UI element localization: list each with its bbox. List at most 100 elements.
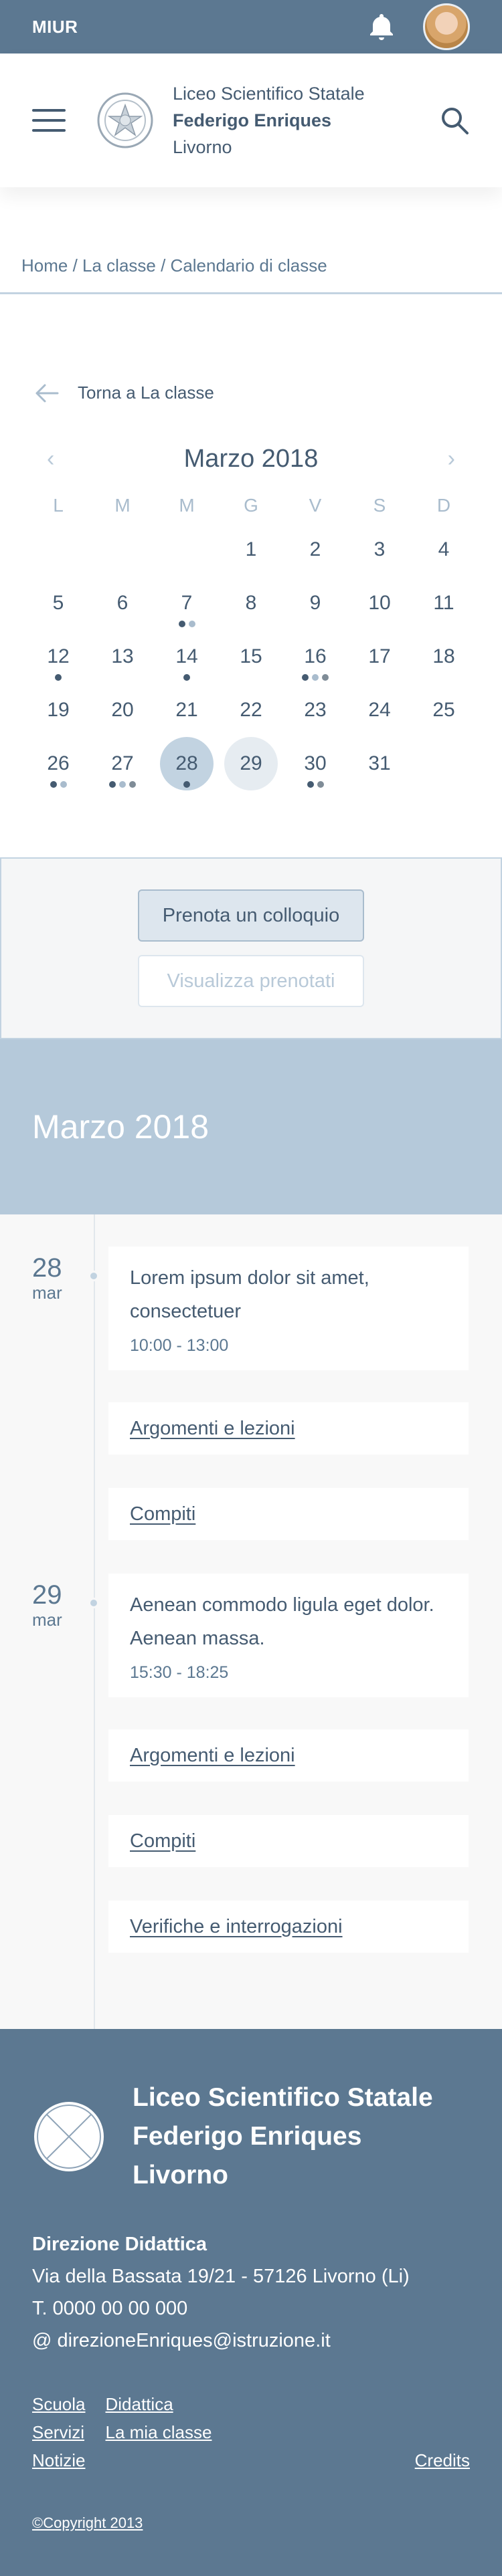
calendar-day[interactable]: 13 <box>90 630 155 683</box>
footer-link-notizie[interactable]: Notizie <box>32 2446 86 2474</box>
calendar-day-number: 12 <box>47 645 70 667</box>
calendar-day-number: 28 <box>175 752 198 774</box>
back-link-label: Torna a La classe <box>78 383 214 403</box>
calendar-day-number: 8 <box>245 592 257 614</box>
calendar-empty-cell <box>412 737 476 790</box>
calendar-day-number: 17 <box>368 645 391 667</box>
event-dot <box>322 674 329 681</box>
back-link[interactable]: Torna a La classe <box>0 383 502 403</box>
avatar[interactable] <box>423 3 470 50</box>
book-meeting-button[interactable]: Prenota un colloquio <box>138 889 364 942</box>
calendar-day[interactable]: 21 <box>155 683 219 737</box>
timeline-day-number: 28 <box>32 1253 62 1283</box>
calendar-day[interactable]: 24 <box>347 683 412 737</box>
calendar-day[interactable]: 31 <box>347 737 412 790</box>
event-dots <box>26 674 90 681</box>
calendar-day[interactable]: 5 <box>26 576 90 630</box>
calendar-day[interactable]: 7 <box>155 576 219 630</box>
emblem-icon <box>97 92 153 148</box>
event-time: 15:30 - 18:25 <box>130 1663 229 1682</box>
footer-link-la-mia-classe[interactable]: La mia classe <box>106 2418 212 2446</box>
calendar-day[interactable]: 25 <box>412 683 476 737</box>
footer-link-didattica[interactable]: Didattica <box>106 2390 212 2418</box>
calendar-day[interactable]: 29 <box>219 737 283 790</box>
calendar-day-number: 26 <box>47 752 70 774</box>
calendar-day-number: 15 <box>240 645 262 667</box>
event-dot <box>119 781 126 788</box>
contacts-address: Via della Bassata 19/21 - 57126 Livorno … <box>32 2266 410 2287</box>
calendar-day[interactable]: 26 <box>26 737 90 790</box>
calendar-day-number: 13 <box>111 645 134 667</box>
bell-icon[interactable] <box>367 12 396 41</box>
calendar-day[interactable]: 16 <box>283 630 347 683</box>
event-dot <box>50 781 57 788</box>
footer-school-name: Liceo Scientifico Statale Federigo Enriq… <box>133 2078 433 2195</box>
contacts-email[interactable]: @ direzioneEnriques@istruzione.it <box>32 2325 470 2357</box>
calendar-month-title: Marzo 2018 <box>183 445 319 473</box>
calendar-day[interactable]: 22 <box>219 683 283 737</box>
calendar-day[interactable]: 28 <box>155 737 219 790</box>
calendar-day[interactable]: 8 <box>219 576 283 630</box>
footer-link-credits[interactable]: Credits <box>415 2446 470 2474</box>
calendar-day[interactable]: 15 <box>219 630 283 683</box>
breadcrumb[interactable]: Home / La classe / Calendario di classe <box>0 239 502 294</box>
footer-name-line3: Livorno <box>133 2161 228 2189</box>
timeline-date: 29 mar <box>0 1574 94 1986</box>
school-name-line2: Federigo Enriques <box>173 110 332 130</box>
event-dot <box>55 674 62 681</box>
chevron-left-icon[interactable]: ‹ <box>47 446 54 472</box>
calendar-day[interactable]: 6 <box>90 576 155 630</box>
calendar-day-number: 18 <box>432 645 455 667</box>
calendar-day[interactable]: 2 <box>283 523 347 576</box>
event-card[interactable]: Aenean commodo ligula eget dolor. Aenean… <box>108 1574 469 1697</box>
copyright[interactable]: ©Copyright 2013 <box>32 2514 470 2532</box>
calendar-day-number: 24 <box>368 699 391 721</box>
calendar-header: ‹ Marzo 2018 › <box>0 445 502 473</box>
calendar-day[interactable]: 18 <box>412 630 476 683</box>
footer-name-line2: Federigo Enriques <box>133 2122 362 2151</box>
footer-links: Scuola Servizi Notizie Didattica La mia … <box>32 2390 470 2474</box>
calendar-day[interactable]: 14 <box>155 630 219 683</box>
timeline-link[interactable]: Compiti <box>108 1815 469 1867</box>
calendar-day[interactable]: 3 <box>347 523 412 576</box>
footer-link-scuola[interactable]: Scuola <box>32 2390 86 2418</box>
event-title: Aenean commodo ligula eget dolor. Aenean… <box>130 1594 434 1649</box>
event-dot <box>312 674 319 681</box>
hamburger-icon[interactable] <box>32 109 66 132</box>
event-time: 10:00 - 13:00 <box>130 1336 229 1355</box>
school-name[interactable]: Liceo Scientifico Statale Federigo Enriq… <box>173 80 439 160</box>
calendar-day-number: 11 <box>433 592 454 614</box>
event-card[interactable]: Lorem ipsum dolor sit amet, consectetuer… <box>108 1247 469 1370</box>
calendar-day[interactable]: 27 <box>90 737 155 790</box>
view-booked-button[interactable]: Visualizza prenotati <box>138 955 364 1007</box>
footer-contacts: Direzione Didattica Via della Bassata 19… <box>32 2228 470 2357</box>
event-dots <box>283 674 347 681</box>
calendar-day[interactable]: 23 <box>283 683 347 737</box>
calendar-day-number: 1 <box>245 538 257 560</box>
event-dots <box>155 674 219 681</box>
calendar-day[interactable]: 20 <box>90 683 155 737</box>
weekday-label: S <box>373 495 386 516</box>
calendar-day-number: 23 <box>304 699 327 721</box>
calendar-day-number: 21 <box>175 699 198 721</box>
timeline-link[interactable]: Argomenti e lezioni <box>108 1402 469 1455</box>
miur-brand[interactable]: MIUR <box>32 17 78 37</box>
search-icon[interactable] <box>439 105 470 136</box>
calendar-day[interactable]: 1 <box>219 523 283 576</box>
calendar-day[interactable]: 30 <box>283 737 347 790</box>
event-dots <box>26 781 90 788</box>
calendar-day[interactable]: 19 <box>26 683 90 737</box>
chevron-right-icon[interactable]: › <box>448 446 455 472</box>
calendar-day[interactable]: 10 <box>347 576 412 630</box>
timeline-link[interactable]: Compiti <box>108 1488 469 1540</box>
footer-link-servizi[interactable]: Servizi <box>32 2418 86 2446</box>
calendar-day[interactable]: 4 <box>412 523 476 576</box>
footer-logo <box>34 2102 104 2171</box>
contacts-phone: T. 0000 00 00 000 <box>32 2298 188 2319</box>
timeline-link[interactable]: Verifiche e interrogazioni <box>108 1901 469 1953</box>
calendar-day[interactable]: 17 <box>347 630 412 683</box>
calendar-day[interactable]: 11 <box>412 576 476 630</box>
calendar-day[interactable]: 12 <box>26 630 90 683</box>
calendar-day[interactable]: 9 <box>283 576 347 630</box>
timeline-link[interactable]: Argomenti e lezioni <box>108 1729 469 1782</box>
